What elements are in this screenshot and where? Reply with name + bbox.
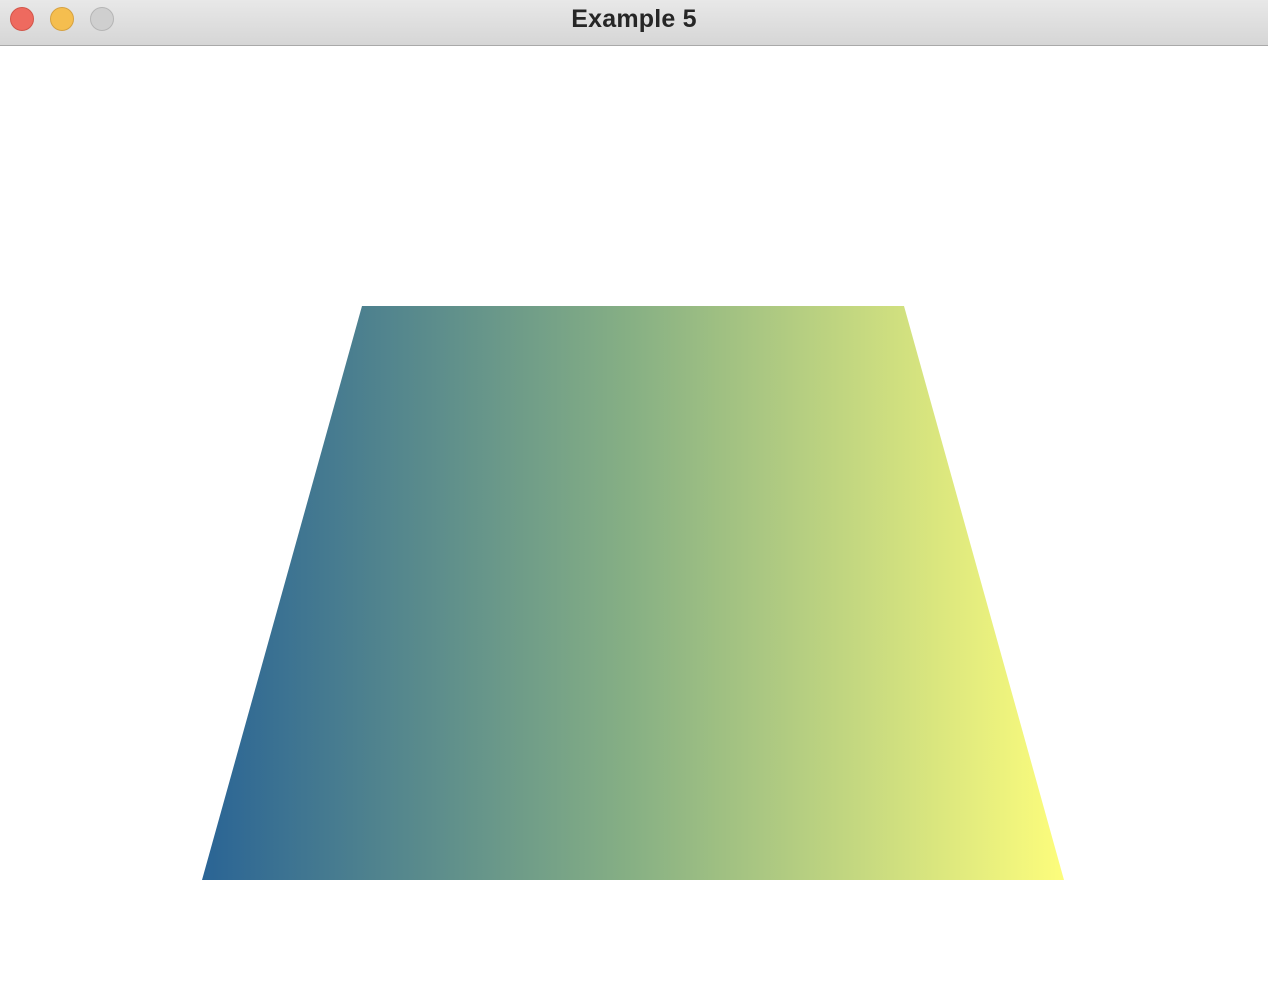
window-title: Example 5 <box>571 5 697 33</box>
app-window: Example 5 <box>0 0 1268 1006</box>
drawing-canvas <box>0 47 1268 1006</box>
title-bar[interactable]: Example 5 <box>0 0 1268 46</box>
gradient-trapezoid <box>202 306 1064 880</box>
canvas-svg <box>202 306 1064 880</box>
